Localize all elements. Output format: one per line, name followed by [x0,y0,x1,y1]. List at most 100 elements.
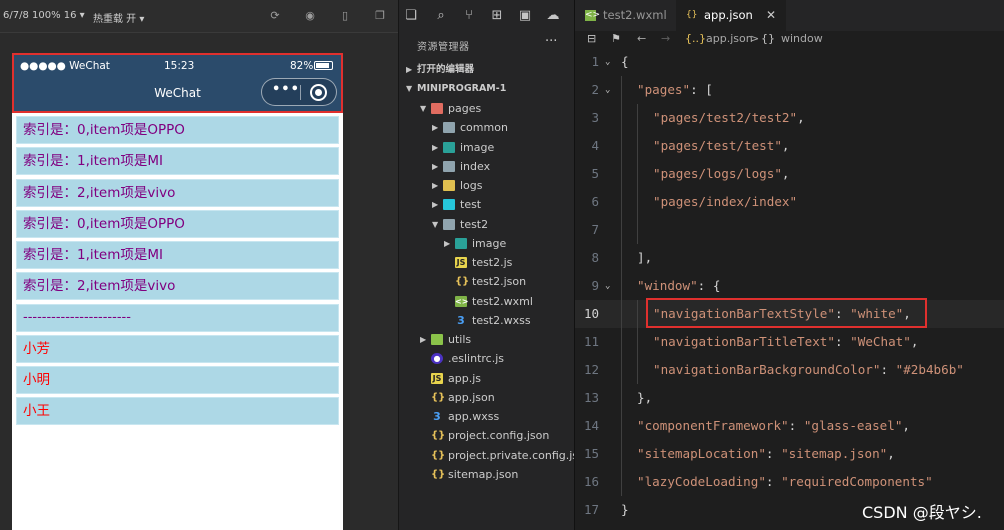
json-file-icon: {} [455,276,470,288]
tree-item-label: test2.json [472,275,527,289]
tree-item[interactable]: ▶ image [399,138,575,157]
chevron-right-icon[interactable]: ▶ [432,118,438,137]
tree-item[interactable]: ▶ logs [399,176,575,195]
tree-item[interactable]: JS test2.js [399,253,575,272]
fold-chevron-icon[interactable]: ⌄ [605,48,610,76]
folder-icon [431,103,443,114]
tree-item[interactable]: {} app.json [399,388,575,407]
debug-icon[interactable]: ▣ [517,8,533,24]
line-number: 11 [583,334,599,349]
tree-item[interactable]: ▶ common [399,118,575,137]
tree-item[interactable]: <> test2.wxml [399,292,575,311]
files-icon[interactable]: ❏ [403,8,419,24]
fold-chevron-icon[interactable]: ⌄ [605,76,610,104]
chevron-right-icon[interactable]: ▶ [432,138,438,157]
more-icon[interactable]: ••• [272,82,300,97]
breadcrumb-file[interactable]: app.json [706,32,753,45]
code-text: "lazyCodeLoading": "requiredComponents" [637,468,933,496]
devtools-window: 6/7/8 100% 16 ▾ 热重载 开 ▾ ⟳ ◉ ▯ ❐ ●●●●● We… [0,0,1004,530]
tree-item[interactable]: {} project.private.config.js... [399,446,589,465]
section-label: MINIPROGRAM-1 [417,83,507,94]
status-time: 15:23 [164,60,195,72]
punct-token: }, [637,390,653,405]
project-section[interactable]: ▼ MINIPROGRAM-1 [399,79,575,98]
tree-item[interactable]: ▼ pages [399,99,575,118]
close-app-icon[interactable] [310,84,327,101]
back-icon[interactable]: ← [637,32,646,45]
tree-item[interactable]: ▼ test2 [399,215,575,234]
fold-chevron-icon[interactable]: ⌄ [605,272,610,300]
code-text: "pages/logs/logs", [653,160,790,188]
tab-test2-wxml[interactable]: <> test2.wxml [575,0,675,31]
indent-guide [637,132,638,160]
tree-item[interactable]: 3 test2.wxss [399,311,575,330]
tree-item[interactable]: {} test2.json [399,272,575,291]
more-actions-icon[interactable]: ··· [545,34,557,49]
tree-item[interactable]: {} sitemap.json [399,465,575,484]
cloud-icon[interactable]: ☁ [545,8,561,24]
forward-icon[interactable]: → [661,32,670,45]
code-text: ], [637,244,652,272]
tree-item[interactable]: ▶ index [399,157,575,176]
open-editors-section[interactable]: ▶ 打开的编辑器 [399,60,575,79]
tree-item-label: app.js [448,371,481,385]
simulator-panel: 6/7/8 100% 16 ▾ 热重载 开 ▾ ⟳ ◉ ▯ ❐ ●●●●● We… [0,0,398,530]
tab-app-json[interactable]: {} app.json ✕ [676,0,786,31]
chevron-down-icon[interactable]: ▼ [432,215,438,234]
code-line: 13}, [575,384,1004,412]
tree-item-label: app.json [448,390,495,404]
close-icon[interactable]: ✕ [766,0,776,31]
chevron-right-icon[interactable]: ▶ [444,234,450,253]
indent-guide [621,104,622,132]
window-icon[interactable]: ❐ [373,9,387,23]
source-control-icon[interactable]: ⑂ [461,8,477,24]
chevron-right-icon[interactable]: ▶ [432,176,438,195]
refresh-icon[interactable]: ⟳ [268,9,282,23]
code-line: 16 "lazyCodeLoading": "requiredComponents… [575,468,1004,496]
tree-item[interactable]: {} project.config.json [399,426,575,445]
bookmark-icon[interactable]: ⊟ [587,32,596,45]
list-item: 小王 [16,397,339,426]
punct-token: : [765,446,782,461]
device-select[interactable]: 6/7/8 100% 16 ▾ [3,10,85,21]
tree-item-label: test2 [460,217,489,231]
tree-item-label: common [460,121,508,135]
breadcrumb-node[interactable]: window [781,32,823,45]
bookmark-flag-icon[interactable]: ⚑ [611,32,621,45]
phone-icon[interactable]: ▯ [338,9,352,23]
indent-guide [621,244,622,272]
capsule-menu[interactable]: ••• [261,78,337,106]
search-icon[interactable]: ⌕ [433,8,449,24]
device-label: 6/7/8 100% 16 [3,10,77,21]
tree-item[interactable]: ▶ image [399,234,575,253]
tree-item[interactable]: ● .eslintrc.js [399,349,575,368]
extensions-icon[interactable]: ⊞ [489,8,505,24]
code-line: 7 [575,216,1004,244]
punct-token: , [902,418,910,433]
tree-item[interactable]: 3 app.wxss [399,407,575,426]
line-number: 1 [591,54,599,69]
line-number: 10 [583,306,599,321]
code-line: 3 "pages/test2/test2", [575,104,1004,132]
hot-reload-select[interactable]: 热重载 开 ▾ [93,10,144,25]
tree-item[interactable]: ▶ test [399,195,575,214]
list-item: 小明 [16,366,339,394]
chevron-right-icon[interactable]: ▶ [432,157,438,176]
navigation-bar: ●●●●● WeChat 15:23 82% WeChat ••• [12,53,343,113]
stop-icon[interactable]: ◉ [303,9,317,23]
code-line: 11 "navigationBarTitleText": "WeChat", [575,328,1004,356]
indent-guide [621,412,622,440]
chevron-down-icon[interactable]: ▼ [420,99,426,118]
indent-guide [621,132,622,160]
chevron-right-icon[interactable]: ▶ [432,195,438,214]
folder-icon [443,122,455,134]
chevron-right-icon[interactable]: ▶ [420,330,426,349]
list-item: 索引是：1,item项是MI [16,241,339,269]
tree-item[interactable]: JS app.js [399,369,575,388]
code-text: "pages/test/test", [653,132,790,160]
status-bar: ●●●●● WeChat 15:23 82% [14,55,341,75]
tree-item[interactable]: ▶ utils [399,330,575,349]
string-token: "sitemap.json" [781,446,888,461]
indent-guide [621,356,622,384]
js-file-icon: JS [455,257,467,268]
